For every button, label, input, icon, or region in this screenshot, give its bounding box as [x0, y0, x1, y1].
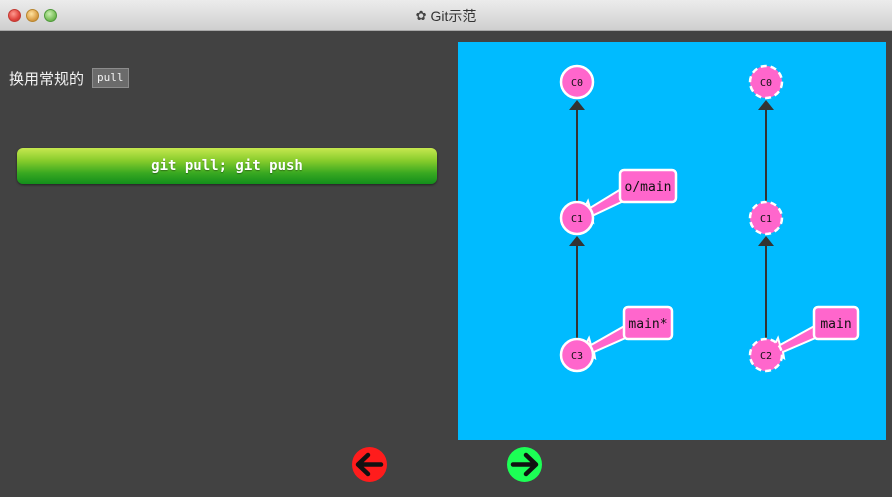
- commit-label: C1: [571, 214, 583, 225]
- branch-main-local-label: main: [820, 317, 851, 332]
- commit-label: C2: [760, 351, 772, 362]
- edge-arrowhead: [758, 100, 774, 110]
- commit-label: C0: [760, 78, 772, 89]
- edge-arrowhead: [758, 236, 774, 246]
- window-title-group: ✿ Git示范: [0, 0, 892, 31]
- commit-c0-local[interactable]: C0: [748, 64, 784, 100]
- arrow-right-icon: [510, 452, 539, 477]
- commit-label: C1: [760, 214, 772, 225]
- commit-c3-remote[interactable]: C3: [559, 337, 595, 373]
- next-button[interactable]: [507, 447, 542, 482]
- edge-arrowhead: [569, 236, 585, 246]
- code-snippet: pull: [92, 68, 129, 88]
- gear-icon: ✿: [415, 7, 427, 23]
- commit-label: C3: [571, 351, 583, 362]
- branch-o-main[interactable]: o/main: [580, 168, 678, 225]
- instruction-label: 换用常规的: [9, 69, 85, 88]
- arrow-left-icon: [355, 452, 384, 477]
- commit-c1-remote[interactable]: C1: [559, 200, 595, 236]
- commit-c0-remote[interactable]: C0: [559, 64, 595, 100]
- window-title: Git示范: [430, 7, 477, 24]
- commit-c2-local[interactable]: C2: [748, 337, 784, 373]
- command-text: git pull; git push: [151, 158, 303, 174]
- window-titlebar: ✿ Git示范: [0, 0, 892, 31]
- git-visualization-canvas: o/main main* main C0 C1 C3 C0 C1 C2: [458, 42, 886, 440]
- previous-button[interactable]: [352, 447, 387, 482]
- instruction-text: 换用常规的 pull: [9, 66, 129, 90]
- branch-main-local[interactable]: main: [770, 305, 860, 361]
- commit-label: C0: [571, 78, 583, 89]
- edge-arrowhead: [569, 100, 585, 110]
- commit-graph: o/main main* main C0 C1 C3 C0 C1 C2: [559, 64, 860, 373]
- branch-o-main-label: o/main: [625, 180, 672, 195]
- branch-main-star[interactable]: main*: [581, 305, 674, 361]
- commit-c1-local[interactable]: C1: [748, 200, 784, 236]
- branch-main-star-label: main*: [628, 317, 667, 332]
- command-bar[interactable]: git pull; git push: [17, 148, 437, 184]
